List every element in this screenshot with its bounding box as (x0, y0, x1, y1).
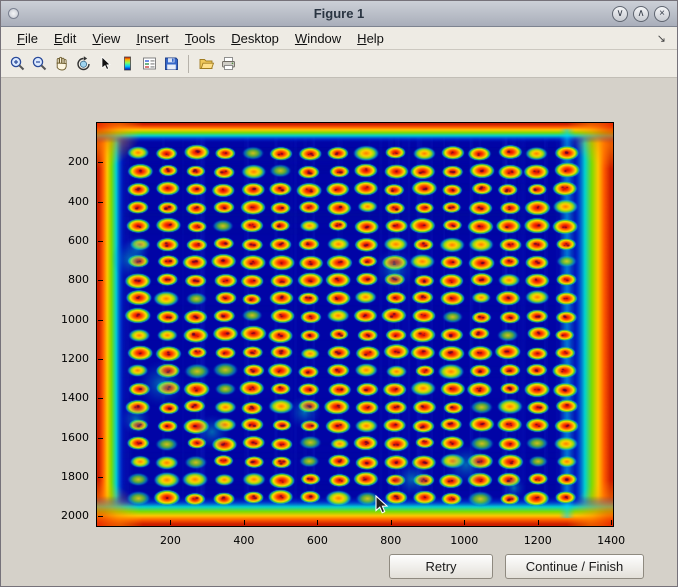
x-tick-label: 1400 (591, 534, 631, 548)
menu-item-file[interactable]: File (9, 29, 46, 48)
menu-item-window[interactable]: Window (287, 29, 349, 48)
shade-button[interactable]: ∨ (612, 6, 628, 22)
y-tick-label: 800 (49, 273, 89, 287)
figure-canvas-area: 200 400 600 800 1000 1200 1400 1600 1800 2000 200 4… (1, 1, 677, 586)
window-title: Figure 1 (1, 6, 677, 21)
y-tick-label: 2000 (49, 509, 89, 523)
x-tick-label: 600 (297, 534, 337, 548)
retry-button[interactable]: Retry (389, 554, 493, 579)
x-tick-label: 1000 (444, 534, 484, 548)
pan-icon[interactable] (50, 53, 72, 75)
y-tick-label: 1600 (49, 431, 89, 445)
close-button[interactable]: × (654, 6, 670, 22)
x-tick-label: 1200 (518, 534, 558, 548)
menubar-items: FileEditViewInsertToolsDesktopWindowHelp (9, 29, 392, 48)
menu-item-tools[interactable]: Tools (177, 29, 223, 48)
menu-item-help[interactable]: Help (349, 29, 392, 48)
y-tick-label: 600 (49, 234, 89, 248)
x-tick-label: 800 (371, 534, 411, 548)
menu-overflow-icon[interactable]: ↘ (657, 32, 669, 45)
menu-item-desktop[interactable]: Desktop (223, 29, 287, 48)
data-cursor-icon[interactable] (94, 53, 116, 75)
menu-item-insert[interactable]: Insert (128, 29, 177, 48)
window-menu-icon[interactable] (8, 8, 19, 19)
rotate-3d-icon[interactable] (72, 53, 94, 75)
open-file-icon[interactable] (195, 53, 217, 75)
y-tick-label: 1200 (49, 352, 89, 366)
continue-finish-button[interactable]: Continue / Finish (505, 554, 644, 579)
titlebar[interactable]: Figure 1 ∨ ∧ × (1, 1, 677, 27)
zoom-in-icon[interactable] (6, 53, 28, 75)
menu-item-view[interactable]: View (84, 29, 128, 48)
y-tick-label: 1400 (49, 391, 89, 405)
y-tick-label: 1000 (49, 313, 89, 327)
toolbar-separator (188, 55, 189, 73)
insert-legend-icon[interactable] (138, 53, 160, 75)
maximize-button[interactable]: ∧ (633, 6, 649, 22)
x-tick-label: 200 (150, 534, 190, 548)
menu-item-edit[interactable]: Edit (46, 29, 84, 48)
y-tick-label: 400 (49, 195, 89, 209)
figure-window: Figure 1 ∨ ∧ × FileEditViewInsertToolsDesk… (0, 0, 678, 587)
print-icon[interactable] (217, 53, 239, 75)
y-tick-label: 200 (49, 155, 89, 169)
save-figure-icon[interactable] (160, 53, 182, 75)
insert-colorbar-icon[interactable] (116, 53, 138, 75)
menubar: FileEditViewInsertToolsDesktopWindowHelp… (1, 27, 677, 50)
window-controls: ∨ ∧ × (612, 6, 670, 22)
x-tick-label: 400 (224, 534, 264, 548)
y-tick-label: 1800 (49, 470, 89, 484)
microarray-image[interactable] (96, 122, 614, 527)
figure-toolbar (1, 50, 677, 78)
zoom-out-icon[interactable] (28, 53, 50, 75)
